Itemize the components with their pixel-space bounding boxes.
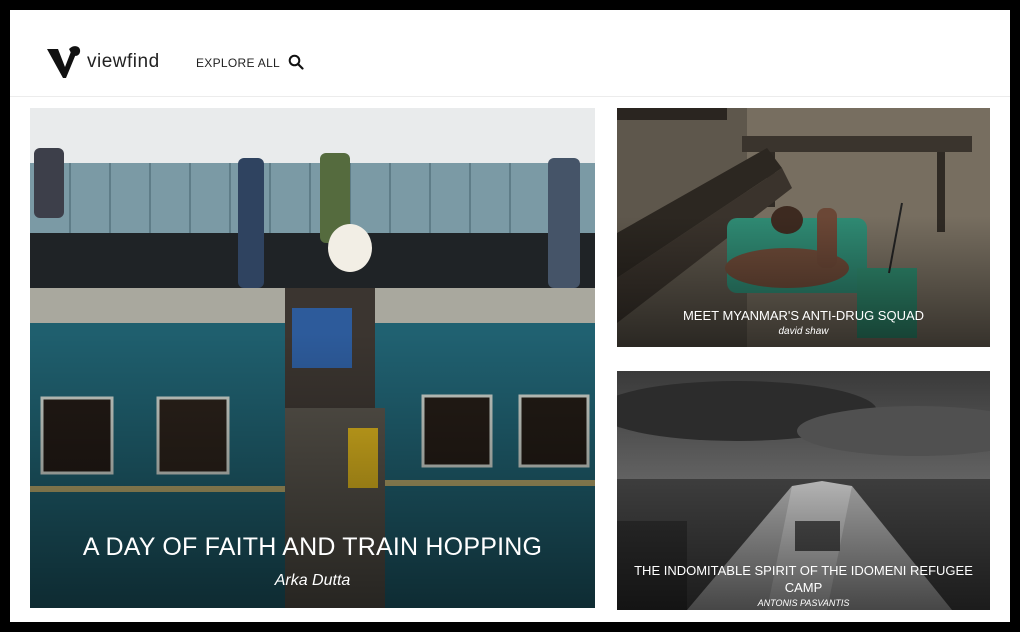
- story-title[interactable]: MEET MYANMAR'S ANTI-DRUG SQUAD: [617, 308, 990, 323]
- logo[interactable]: viewfind: [46, 45, 160, 79]
- story-title[interactable]: THE INDOMITABLE SPIRIT OF THE IDOMENI RE…: [617, 562, 990, 596]
- story-caption: A DAY OF FAITH AND TRAIN HOPPING Arka Du…: [30, 533, 595, 590]
- story-card-train-hopping[interactable]: A DAY OF FAITH AND TRAIN HOPPING Arka Du…: [30, 108, 595, 608]
- viewfind-logo-icon: [47, 46, 81, 78]
- brand-name: viewfind: [87, 51, 160, 72]
- search-icon[interactable]: [288, 54, 304, 70]
- story-title[interactable]: A DAY OF FAITH AND TRAIN HOPPING: [30, 533, 595, 562]
- site-header: viewfind EXPLORE ALL: [10, 10, 1010, 97]
- story-card-myanmar[interactable]: MEET MYANMAR'S ANTI-DRUG SQUAD david sha…: [617, 108, 990, 347]
- story-card-idomeni[interactable]: THE INDOMITABLE SPIRIT OF THE IDOMENI RE…: [617, 371, 990, 610]
- story-caption: MEET MYANMAR'S ANTI-DRUG SQUAD david sha…: [617, 308, 990, 337]
- story-author[interactable]: david shaw: [617, 326, 990, 337]
- explore-all-link[interactable]: EXPLORE ALL: [196, 56, 280, 70]
- story-author[interactable]: Arka Dutta: [30, 572, 595, 590]
- story-author[interactable]: ANTONIS PASVANTIS: [617, 598, 990, 608]
- page: viewfind EXPLORE ALL A DAY OF FAITH AND …: [10, 10, 1010, 622]
- story-caption: THE INDOMITABLE SPIRIT OF THE IDOMENI RE…: [617, 562, 990, 608]
